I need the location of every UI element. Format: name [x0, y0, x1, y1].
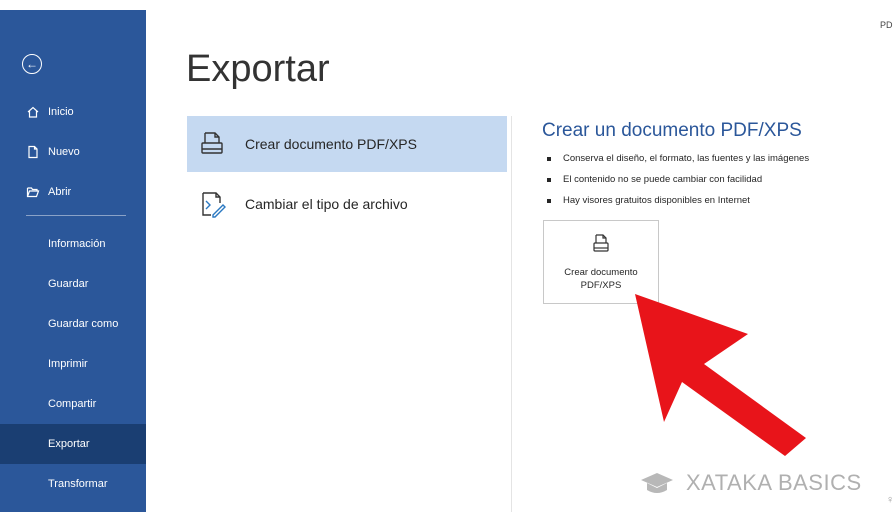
new-document-icon: [26, 145, 40, 159]
bullet-icon: [547, 157, 551, 161]
sidebar-item-label: Inicio: [48, 106, 74, 118]
bullet-icon: [547, 199, 551, 203]
list-item: Hay visores gratuitos disponibles en Int…: [547, 194, 809, 215]
sidebar-item-guardar-como[interactable]: Guardar como: [0, 304, 146, 344]
detail-bullet-list: Conserva el diseño, el formato, las fuen…: [547, 152, 809, 215]
option-label: Crear documento PDF/XPS: [245, 136, 417, 152]
list-item: El contenido no se puede cambiar con fac…: [547, 173, 809, 194]
lightbulb-icon: ♀: [886, 494, 895, 506]
arrow-left-circle-icon: ←: [26, 57, 38, 71]
option-create-pdf-xps[interactable]: Crear documento PDF/XPS: [187, 116, 507, 172]
back-button[interactable]: ←: [22, 54, 42, 74]
option-change-file-type[interactable]: Cambiar el tipo de archivo: [187, 176, 507, 232]
graduation-cap-icon: [641, 473, 673, 493]
bullet-icon: [547, 178, 551, 182]
home-icon: [26, 105, 40, 119]
sidebar-item-nuevo[interactable]: Nuevo: [0, 132, 146, 172]
sidebar-item-imprimir[interactable]: Imprimir: [0, 344, 146, 384]
list-item: Conserva el diseño, el formato, las fuen…: [547, 152, 809, 173]
page-title: Exportar: [186, 48, 330, 90]
option-label: Cambiar el tipo de archivo: [245, 196, 408, 212]
pdf-document-icon: [590, 233, 612, 260]
panel-divider: [511, 116, 512, 512]
backstage-sidebar: ← Inicio Nuevo Abrir Información Guardar…: [0, 0, 146, 512]
sidebar-item-compartir[interactable]: Compartir: [0, 384, 146, 424]
watermark: XATAKA BASICS: [640, 470, 862, 496]
sidebar-item-label: Nuevo: [48, 146, 80, 158]
button-label: Crear documento PDF/XPS: [564, 267, 638, 291]
pdf-document-icon: [195, 127, 229, 161]
window-top-strip: [0, 0, 146, 10]
sidebar-item-exportar[interactable]: Exportar: [0, 424, 146, 464]
watermark-text: XATAKA BASICS: [686, 470, 862, 495]
change-file-type-icon: [195, 187, 229, 221]
sidebar-item-transformar[interactable]: Transformar: [0, 464, 146, 504]
sidebar-item-abrir[interactable]: Abrir: [0, 172, 146, 212]
sidebar-divider: [26, 215, 126, 216]
sidebar-item-inicio[interactable]: Inicio: [0, 92, 146, 132]
sidebar-top-nav: Inicio Nuevo Abrir: [0, 92, 146, 212]
sidebar-item-label: Abrir: [48, 186, 72, 198]
folder-open-icon: [26, 185, 40, 199]
detail-title: Crear un documento PDF/XPS: [542, 120, 802, 141]
red-arrow-annotation: [635, 294, 806, 456]
corner-label: PD: [880, 20, 893, 30]
sidebar-bottom-nav: Información Guardar Guardar como Imprimi…: [0, 224, 146, 504]
sidebar-item-informacion[interactable]: Información: [0, 224, 146, 264]
sidebar-item-guardar[interactable]: Guardar: [0, 264, 146, 304]
